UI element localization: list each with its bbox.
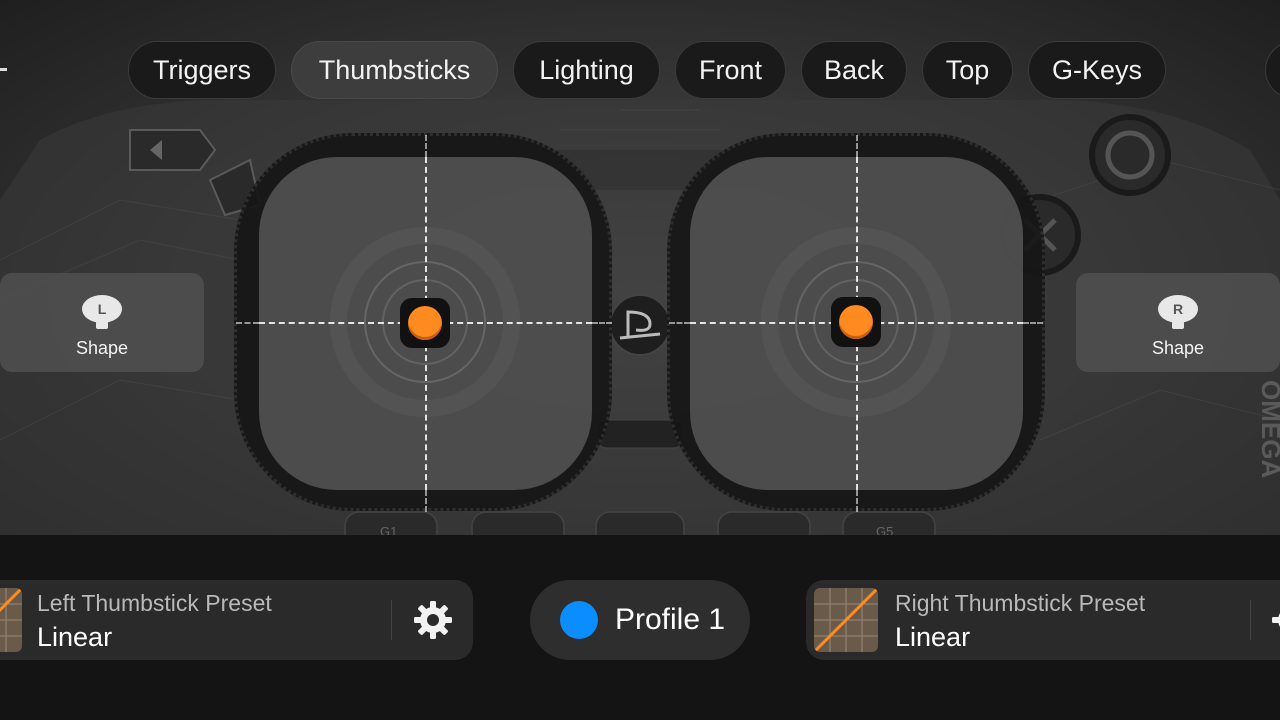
left-crosshair-ext-left: [236, 322, 259, 324]
right-stick-dot: [839, 305, 873, 339]
tab-front[interactable]: Front: [675, 41, 786, 99]
right-crosshair-ext-left: [669, 322, 690, 324]
profile-label: Profile 1: [615, 603, 726, 636]
right-crosshair-ext-bottom: [856, 490, 858, 512]
tab-lighting[interactable]: Lighting: [513, 41, 660, 99]
gear-icon[interactable]: [412, 599, 454, 641]
left-preset-divider: [391, 600, 392, 640]
left-preset-value: Linear: [37, 622, 113, 652]
right-shape-label: Shape: [1151, 338, 1205, 358]
left-preset-card[interactable]: Left Thumbstick Preset Linear: [0, 580, 473, 660]
right-shape-button[interactable]: R Shape: [1076, 273, 1280, 372]
right-crosshair-ext-top: [856, 135, 858, 157]
tab-top[interactable]: Top: [922, 41, 1013, 99]
tab-back[interactable]: Back: [801, 41, 907, 99]
g5-key-label: G5: [876, 524, 893, 535]
left-shape-label: Shape: [75, 338, 129, 358]
left-stick-position[interactable]: [400, 298, 450, 348]
right-preset-value: Linear: [895, 622, 971, 652]
left-crosshair-ext-right: [592, 322, 612, 324]
tab-triggers[interactable]: Triggers: [128, 41, 276, 99]
g1-key-label: G1: [380, 524, 397, 535]
profile-selector[interactable]: Profile 1: [530, 580, 750, 660]
left-stick-icon: L: [82, 295, 122, 329]
right-crosshair-ext-right: [1023, 322, 1043, 324]
brand-text: OMEGA: [1256, 380, 1280, 478]
profile-color-dot: [560, 601, 598, 639]
right-preset-card[interactable]: Right Thumbstick Preset Linear: [806, 580, 1280, 660]
tab-bar: Triggers Thumbsticks Lighting Front Back…: [0, 41, 1280, 99]
right-stick-position[interactable]: [831, 297, 881, 347]
right-stick-icon: R: [1158, 295, 1198, 329]
right-preset-divider: [1250, 600, 1251, 640]
left-crosshair-ext-top: [425, 135, 427, 157]
tab-thumbsticks[interactable]: Thumbsticks: [291, 41, 498, 99]
left-preset-title: Left Thumbstick Preset: [37, 590, 272, 616]
left-stick-dot: [408, 306, 442, 340]
right-gear-icon[interactable]: [1270, 599, 1280, 641]
right-preset-title: Right Thumbstick Preset: [895, 590, 1146, 616]
right-stick-badge: R: [1173, 301, 1183, 317]
left-shape-button[interactable]: L Shape: [0, 273, 204, 372]
tab-g-keys[interactable]: G-Keys: [1028, 41, 1166, 99]
left-preset-curve-icon: [0, 588, 22, 652]
left-crosshair-ext-bottom: [425, 490, 427, 512]
right-preset-curve-icon: [814, 588, 878, 652]
left-stick-badge: L: [98, 301, 107, 317]
